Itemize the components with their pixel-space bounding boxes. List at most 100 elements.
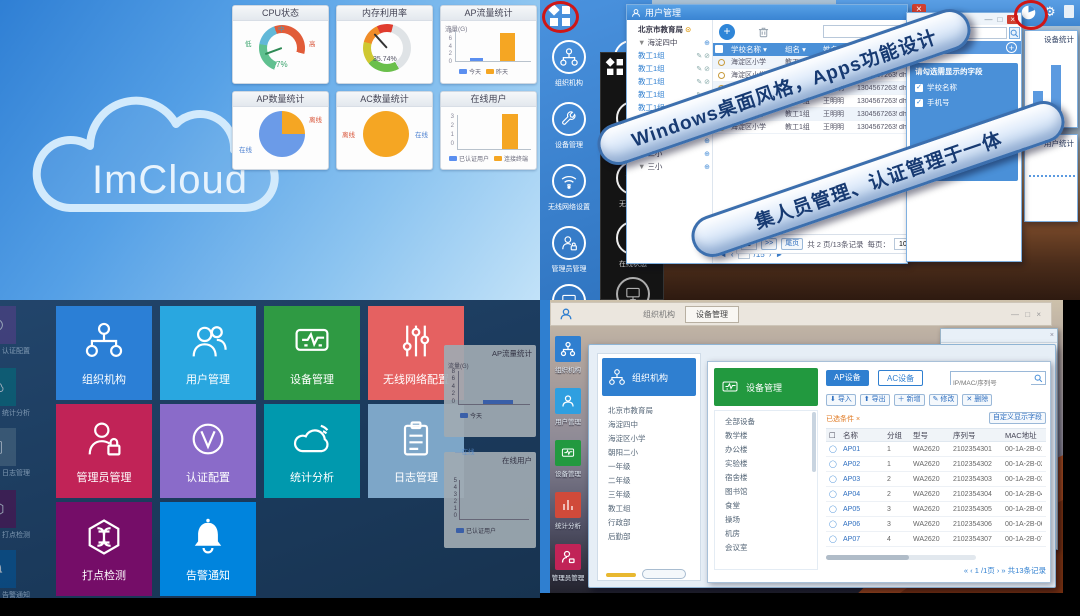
trash-icon[interactable] (757, 25, 770, 43)
tree-group[interactable]: ▼三小⊕ (638, 160, 710, 173)
gauge-label-high: 高 (309, 38, 316, 48)
close-icon[interactable]: × (1050, 332, 1054, 339)
tile-alarm-notification[interactable]: 告警通知 (160, 502, 256, 596)
quadrant-desktop-app: 组织机构 设备管理 — □ × 组织机构 用户管理 设备管理 统计分析 管理员管… (540, 300, 1063, 593)
tile-label: 无线网络配置 (383, 371, 449, 387)
table-row[interactable]: ◯AP011WA2620210235430100-1A-2B-01 (826, 442, 1046, 457)
table-row[interactable]: ◯AP021WA2620210235430200-1A-2B-02 (826, 457, 1046, 472)
tree-child[interactable]: 教工1组✎ ⊘ (638, 75, 710, 88)
table-row[interactable]: ◯AP042WA2620210235430400-1A-2B-04 (826, 487, 1046, 502)
tile-admin-management[interactable]: 管理员管理 (56, 404, 152, 498)
vertical-scrollbar[interactable] (812, 412, 816, 472)
org-panel-header[interactable]: 组织机构 (602, 358, 696, 396)
start-grid-icon[interactable] (605, 57, 625, 77)
tile-user-management[interactable]: 用户管理 (160, 306, 256, 400)
faded-chart-card: 在线用户 5 4 3 2 1 0 已认证用户 (444, 452, 536, 548)
card-ac-count: AC数量统计 离线 在线 (336, 91, 433, 170)
sidebar-item-statistics[interactable]: 统计分析 (548, 492, 588, 530)
app-tab-bar: 组织机构 设备管理 — □ × (550, 302, 1052, 326)
admin-lock-icon[interactable] (552, 226, 586, 260)
device-pagination[interactable]: « ‹ 1 /1页 › » 共13条记录 (964, 565, 1046, 576)
delete-button[interactable]: ✕ 删除 (962, 394, 992, 406)
field-option[interactable]: ✓手机号 (915, 95, 1013, 110)
sidebar-item-users[interactable]: 用户管理 (548, 388, 588, 426)
bar-today (470, 58, 483, 61)
tab-ac-devices[interactable]: AC设备 (878, 370, 923, 386)
quadrant-windows-demo: 组织机构 设备管理 无线网络设置 管理员管理 ⚙ 组织机构 (540, 0, 1080, 300)
expand-pill-button[interactable] (642, 569, 686, 579)
tile-label: 日志管理 (394, 469, 438, 485)
device-search-input[interactable] (950, 371, 1046, 385)
export-button[interactable]: ⬆ 导出 (860, 394, 890, 406)
panel-icon[interactable] (1064, 5, 1074, 18)
wifi-icon[interactable] (552, 164, 586, 198)
maximize-button[interactable]: □ (997, 15, 1002, 24)
launcher-label: 管理员管理 (540, 264, 601, 274)
wrench-icon[interactable] (552, 102, 586, 136)
org-panel: 组织机构 北京市教育局 海淀四中 海淀区小学 朝阳二小 一年级 二年级 三年级 … (597, 353, 701, 581)
legend: 已认证用户 (456, 526, 496, 535)
bar-plot (457, 115, 531, 150)
tab-device-management[interactable]: 设备管理 (685, 306, 739, 323)
sidebar-item-organization[interactable]: 组织机构 (548, 336, 588, 374)
app-icon (559, 307, 573, 321)
panel-title: 设备统计 (1044, 34, 1074, 45)
tile-device-management[interactable]: 设备管理 (264, 306, 360, 400)
table-row[interactable]: ◯AP032WA2620210235430300-1A-2B-03 (826, 472, 1046, 487)
sidebar-item-admins[interactable]: 管理员管理 (548, 544, 588, 582)
tree-child[interactable]: 教工1组✎ ⊘ (638, 49, 710, 62)
tile-statistics[interactable]: 统计分析 (264, 404, 360, 498)
legend: 已认证用户 连接终端 (449, 154, 528, 163)
table-row[interactable]: ◯AP063WA2620210235430600-1A-2B-06 (826, 517, 1046, 532)
pie-label-online: 在线 (239, 144, 252, 154)
tree-root[interactable]: 北京市教育局 (638, 24, 683, 35)
last-page-button[interactable]: 尾页 (781, 238, 803, 250)
custom-fields-button[interactable]: 自定义显示字段 (989, 412, 1046, 424)
tile-label: 认证配置 (186, 469, 230, 485)
launcher-label: 无线网络设置 (540, 202, 601, 212)
tile-probe-detection[interactable]: 打点检测 (56, 502, 152, 596)
org-tree[interactable]: 北京市教育局 海淀四中 海淀区小学 朝阳二小 一年级 二年级 三年级 教工组 行… (598, 400, 700, 544)
monitor-icon[interactable] (552, 284, 586, 300)
tree-group[interactable]: ▼海淀四中⊕ (638, 36, 710, 49)
ap-pie (259, 111, 305, 157)
quadrant-tile-menu: 认证配置 统计分析 日志管理 打点检测 告警通知 组织机构 用户管理 设备管理 … (0, 300, 540, 598)
launcher-label: 组织机构 (540, 78, 601, 88)
marketing-composite: ImCloud CPU状态 低 中 高 7% 内存利用率 35.74% AP流量… (0, 0, 1080, 616)
table-header-row[interactable]: ☐ 名称 分组 型号 序列号 MAC地址 (826, 428, 1046, 442)
edit-button[interactable]: ✎ 修改 (929, 394, 959, 406)
device-panel-header[interactable]: 设备管理 (714, 368, 818, 406)
table-row[interactable]: ◯AP053WA2620210235430500-1A-2B-05 (826, 502, 1046, 517)
add-column-icon[interactable]: + (1006, 42, 1017, 53)
add-button[interactable]: + (719, 24, 735, 40)
gauge-label-mid: 中 (278, 23, 285, 33)
panel-title: 组织机构 (632, 371, 668, 384)
field-option[interactable]: ✓学校名称 (915, 80, 1013, 95)
add-button[interactable]: ＋ 新增 (894, 394, 925, 406)
faded-tile (0, 490, 16, 528)
faded-label: 认证配置 (2, 346, 30, 356)
sidebar-item-devices[interactable]: 设备管理 (548, 440, 588, 478)
device-tree[interactable]: 全部设备 教学楼 办公楼 实验楼 宿舍楼 图书馆 食堂 操场 机房 会议室 (714, 410, 818, 570)
tree-child[interactable]: 教工1组✎ ⊘ (638, 62, 710, 75)
tab-organization[interactable]: 组织机构 (643, 309, 675, 320)
monitor-icon[interactable] (616, 277, 650, 300)
tab-ap-devices[interactable]: AP设备 (826, 370, 869, 386)
tile-auth-config[interactable]: 认证配置 (160, 404, 256, 498)
horizontal-scrollbar[interactable] (606, 573, 636, 577)
org-chart-icon[interactable] (552, 40, 586, 74)
filter-tag[interactable]: 已选条件 × (826, 414, 860, 424)
table-row[interactable]: ◯AP074WA2620210235430700-1A-2B-07 (826, 532, 1046, 547)
record-summary: 共 2 页/13条记录 (807, 239, 863, 250)
tile-label: 打点检测 (82, 567, 126, 583)
card-title: 内存利用率 (337, 6, 432, 21)
window-titlebar[interactable]: 用户管理 (627, 5, 907, 20)
search-button[interactable] (1009, 27, 1020, 39)
minimize-button[interactable]: — (984, 15, 992, 24)
card-title: AP流量统计 (444, 345, 536, 359)
window-controls[interactable]: — □ × (1011, 310, 1043, 319)
tile-organization[interactable]: 组织机构 (56, 306, 152, 400)
horizontal-scrollbar[interactable] (826, 555, 976, 560)
window-title: 用户管理 (645, 6, 681, 19)
import-button[interactable]: ⬇ 导入 (826, 394, 856, 406)
